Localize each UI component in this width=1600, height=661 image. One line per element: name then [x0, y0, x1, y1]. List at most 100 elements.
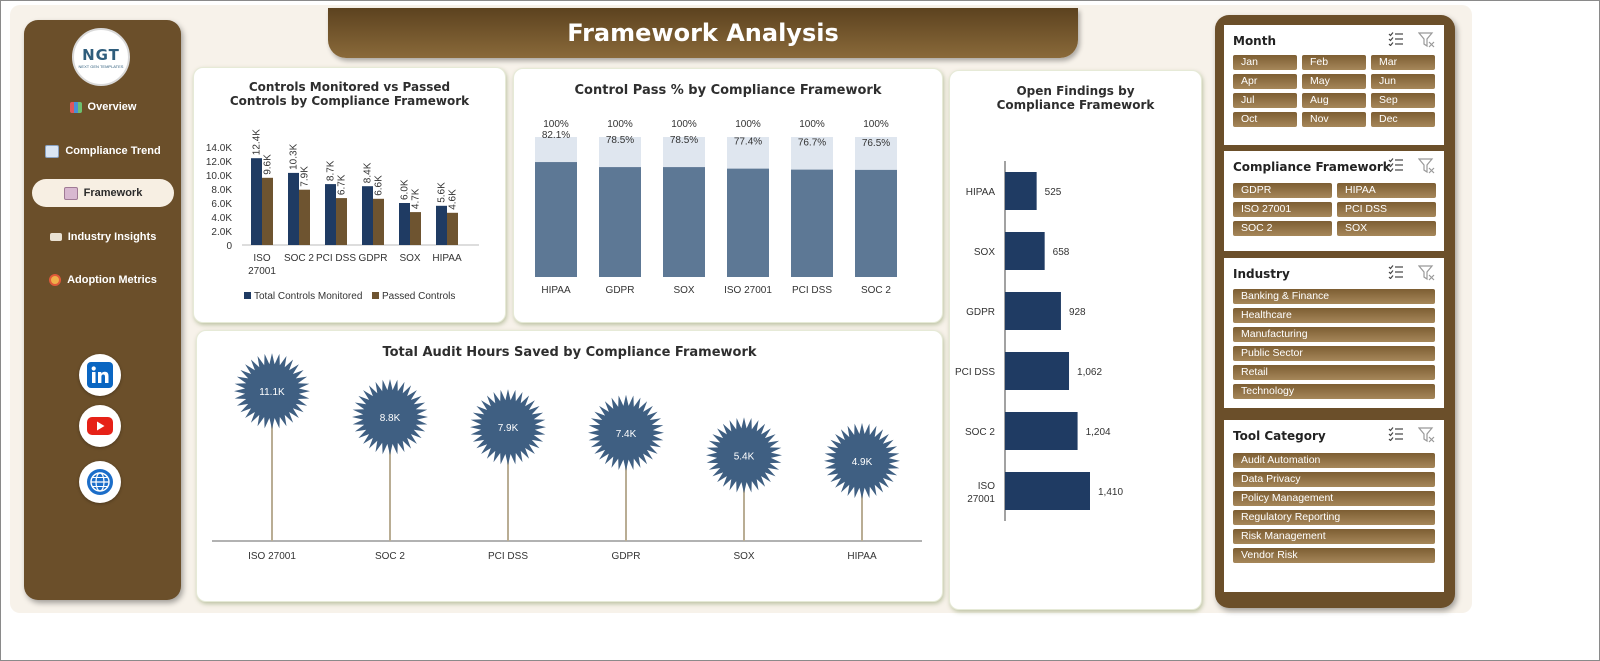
clear-filter-icon[interactable]	[1418, 427, 1436, 443]
slicer-item[interactable]: May	[1302, 74, 1366, 89]
data-label: 76.5%	[862, 138, 890, 149]
y-tick-label: 2.0K	[211, 227, 232, 238]
x-tick-label: 27001	[248, 266, 276, 277]
y-tick-label: GDPR	[966, 307, 995, 318]
pass-rate-chart: 100%82.1%HIPAA100%78.5%GDPR100%78.5%SOX1…	[535, 119, 897, 296]
data-label: 4.9K	[852, 457, 873, 468]
slicer-item[interactable]: Aug	[1302, 93, 1366, 108]
slicer-item[interactable]: Apr	[1233, 74, 1297, 89]
bar-pass-rate	[535, 162, 577, 277]
y-tick-label: 12.0K	[206, 157, 232, 168]
slicer-item[interactable]: Technology	[1233, 384, 1435, 399]
slicer-item[interactable]: Regulatory Reporting	[1233, 510, 1435, 525]
slicer-item[interactable]: Manufacturing	[1233, 327, 1435, 342]
slicer-item[interactable]: Dec	[1371, 112, 1435, 127]
y-tick-label: SOC 2	[965, 427, 995, 438]
slicer-item[interactable]: Mar	[1371, 55, 1435, 70]
slicer-item[interactable]: Jun	[1371, 74, 1435, 89]
slicer-item[interactable]: Vendor Risk	[1233, 548, 1435, 563]
data-label: 5.6K	[437, 182, 448, 203]
youtube-icon	[87, 417, 113, 435]
multi-select-icon[interactable]	[1388, 158, 1404, 172]
bar-passed	[299, 189, 310, 245]
data-label: 928	[1069, 307, 1086, 318]
nav-adoption-metrics[interactable]: Adoption Metrics	[32, 266, 174, 294]
total-label: 100%	[543, 119, 569, 130]
total-label: 100%	[607, 119, 633, 130]
multi-select-icon[interactable]	[1388, 32, 1404, 46]
nav-compliance-trend[interactable]: Compliance Trend	[32, 137, 174, 165]
y-tick-label: PCI DSS	[955, 367, 995, 378]
slicer-item[interactable]: SOX	[1337, 221, 1436, 236]
x-tick-label: GDPR	[359, 253, 388, 264]
slicer-item[interactable]: PCI DSS	[1337, 202, 1436, 217]
slicer-item[interactable]: Risk Management	[1233, 529, 1435, 544]
x-tick-label: HIPAA	[432, 253, 462, 264]
slicer-item[interactable]: Data Privacy	[1233, 472, 1435, 487]
clear-filter-icon[interactable]	[1418, 265, 1436, 281]
page-title-bar: Framework Analysis	[328, 8, 1078, 58]
nav-overview[interactable]: Overview	[32, 93, 174, 121]
logo-tagline: NEXT GEN TEMPLATES	[78, 63, 124, 69]
y-tick-label: 14.0K	[206, 143, 232, 154]
bar-total	[362, 186, 373, 245]
x-tick-label: SOC 2	[861, 285, 891, 296]
slicer-title: Month	[1233, 34, 1277, 48]
data-label: 11.1K	[259, 387, 285, 398]
nav-industry-insights[interactable]: Industry Insights	[32, 223, 174, 251]
youtube-button[interactable]	[79, 405, 121, 447]
slicer-item[interactable]: SOC 2	[1233, 221, 1332, 236]
total-label: 100%	[735, 119, 761, 130]
nav-framework[interactable]: Framework	[32, 179, 174, 207]
data-label: 76.7%	[798, 138, 826, 149]
bar-open-findings	[1005, 172, 1037, 210]
x-tick-label: SOC 2	[284, 253, 314, 264]
y-tick-label: SOX	[974, 247, 995, 258]
legend-swatch	[244, 292, 251, 299]
bar-chart-icon	[69, 101, 82, 113]
nav-label: Framework	[83, 187, 143, 199]
bar-passed	[447, 212, 458, 245]
slicer-item[interactable]: Policy Management	[1233, 491, 1435, 506]
multi-select-icon[interactable]	[1388, 265, 1404, 279]
bar-open-findings	[1005, 232, 1045, 270]
slicer-item[interactable]: HIPAA	[1337, 183, 1436, 198]
bar-passed	[262, 177, 273, 245]
linkedin-button[interactable]	[79, 354, 121, 396]
total-label: 100%	[799, 119, 825, 130]
slicer-item[interactable]: Public Sector	[1233, 346, 1435, 361]
data-label: 525	[1045, 187, 1062, 198]
data-label: 8.8K	[380, 413, 401, 424]
bar-total	[251, 158, 262, 245]
slicer-tool-category: Tool Category Audit Automation Data Priva…	[1224, 420, 1444, 592]
slicer-item[interactable]: Oct	[1233, 112, 1297, 127]
multi-select-icon[interactable]	[1388, 427, 1404, 441]
y-tick-label: 6.0K	[211, 199, 232, 210]
slicer-item[interactable]: Jul	[1233, 93, 1297, 108]
clear-filter-icon[interactable]	[1418, 158, 1436, 174]
slicer-month: Month Jan Feb Mar Apr May Jun Jul Aug Sep Oct Nov D…	[1224, 25, 1444, 145]
slicer-item[interactable]: Sep	[1371, 93, 1435, 108]
bar-total	[288, 172, 299, 245]
bar-pass-rate	[855, 169, 897, 277]
slicer-item[interactable]: Audit Automation	[1233, 453, 1435, 468]
slicer-industry: Industry Banking & Finance Healthcare Manu…	[1224, 258, 1444, 408]
slicer-item[interactable]: Jan	[1233, 55, 1297, 70]
slicer-title: Industry	[1233, 267, 1290, 281]
clear-filter-icon[interactable]	[1418, 32, 1436, 48]
data-label: 82.1%	[542, 130, 570, 141]
x-tick-label: SOC 2	[375, 551, 405, 562]
website-button[interactable]	[79, 461, 121, 503]
data-label: 4.6K	[448, 189, 459, 210]
slicer-item[interactable]: ISO 27001	[1233, 202, 1332, 217]
audit-hours-chart-card: Total Audit Hours Saved by Compliance Fr…	[196, 330, 943, 602]
slicer-item[interactable]: GDPR	[1233, 183, 1332, 198]
slicer-item[interactable]: Healthcare	[1233, 308, 1435, 323]
legend-label: Passed Controls	[382, 291, 455, 302]
slicer-item[interactable]: Nov	[1302, 112, 1366, 127]
slicer-item[interactable]: Banking & Finance	[1233, 289, 1435, 304]
nav-label: Industry Insights	[67, 231, 157, 243]
slicer-item[interactable]: Feb	[1302, 55, 1366, 70]
slicer-item[interactable]: Retail	[1233, 365, 1435, 380]
data-label: 7.4K	[616, 429, 637, 440]
